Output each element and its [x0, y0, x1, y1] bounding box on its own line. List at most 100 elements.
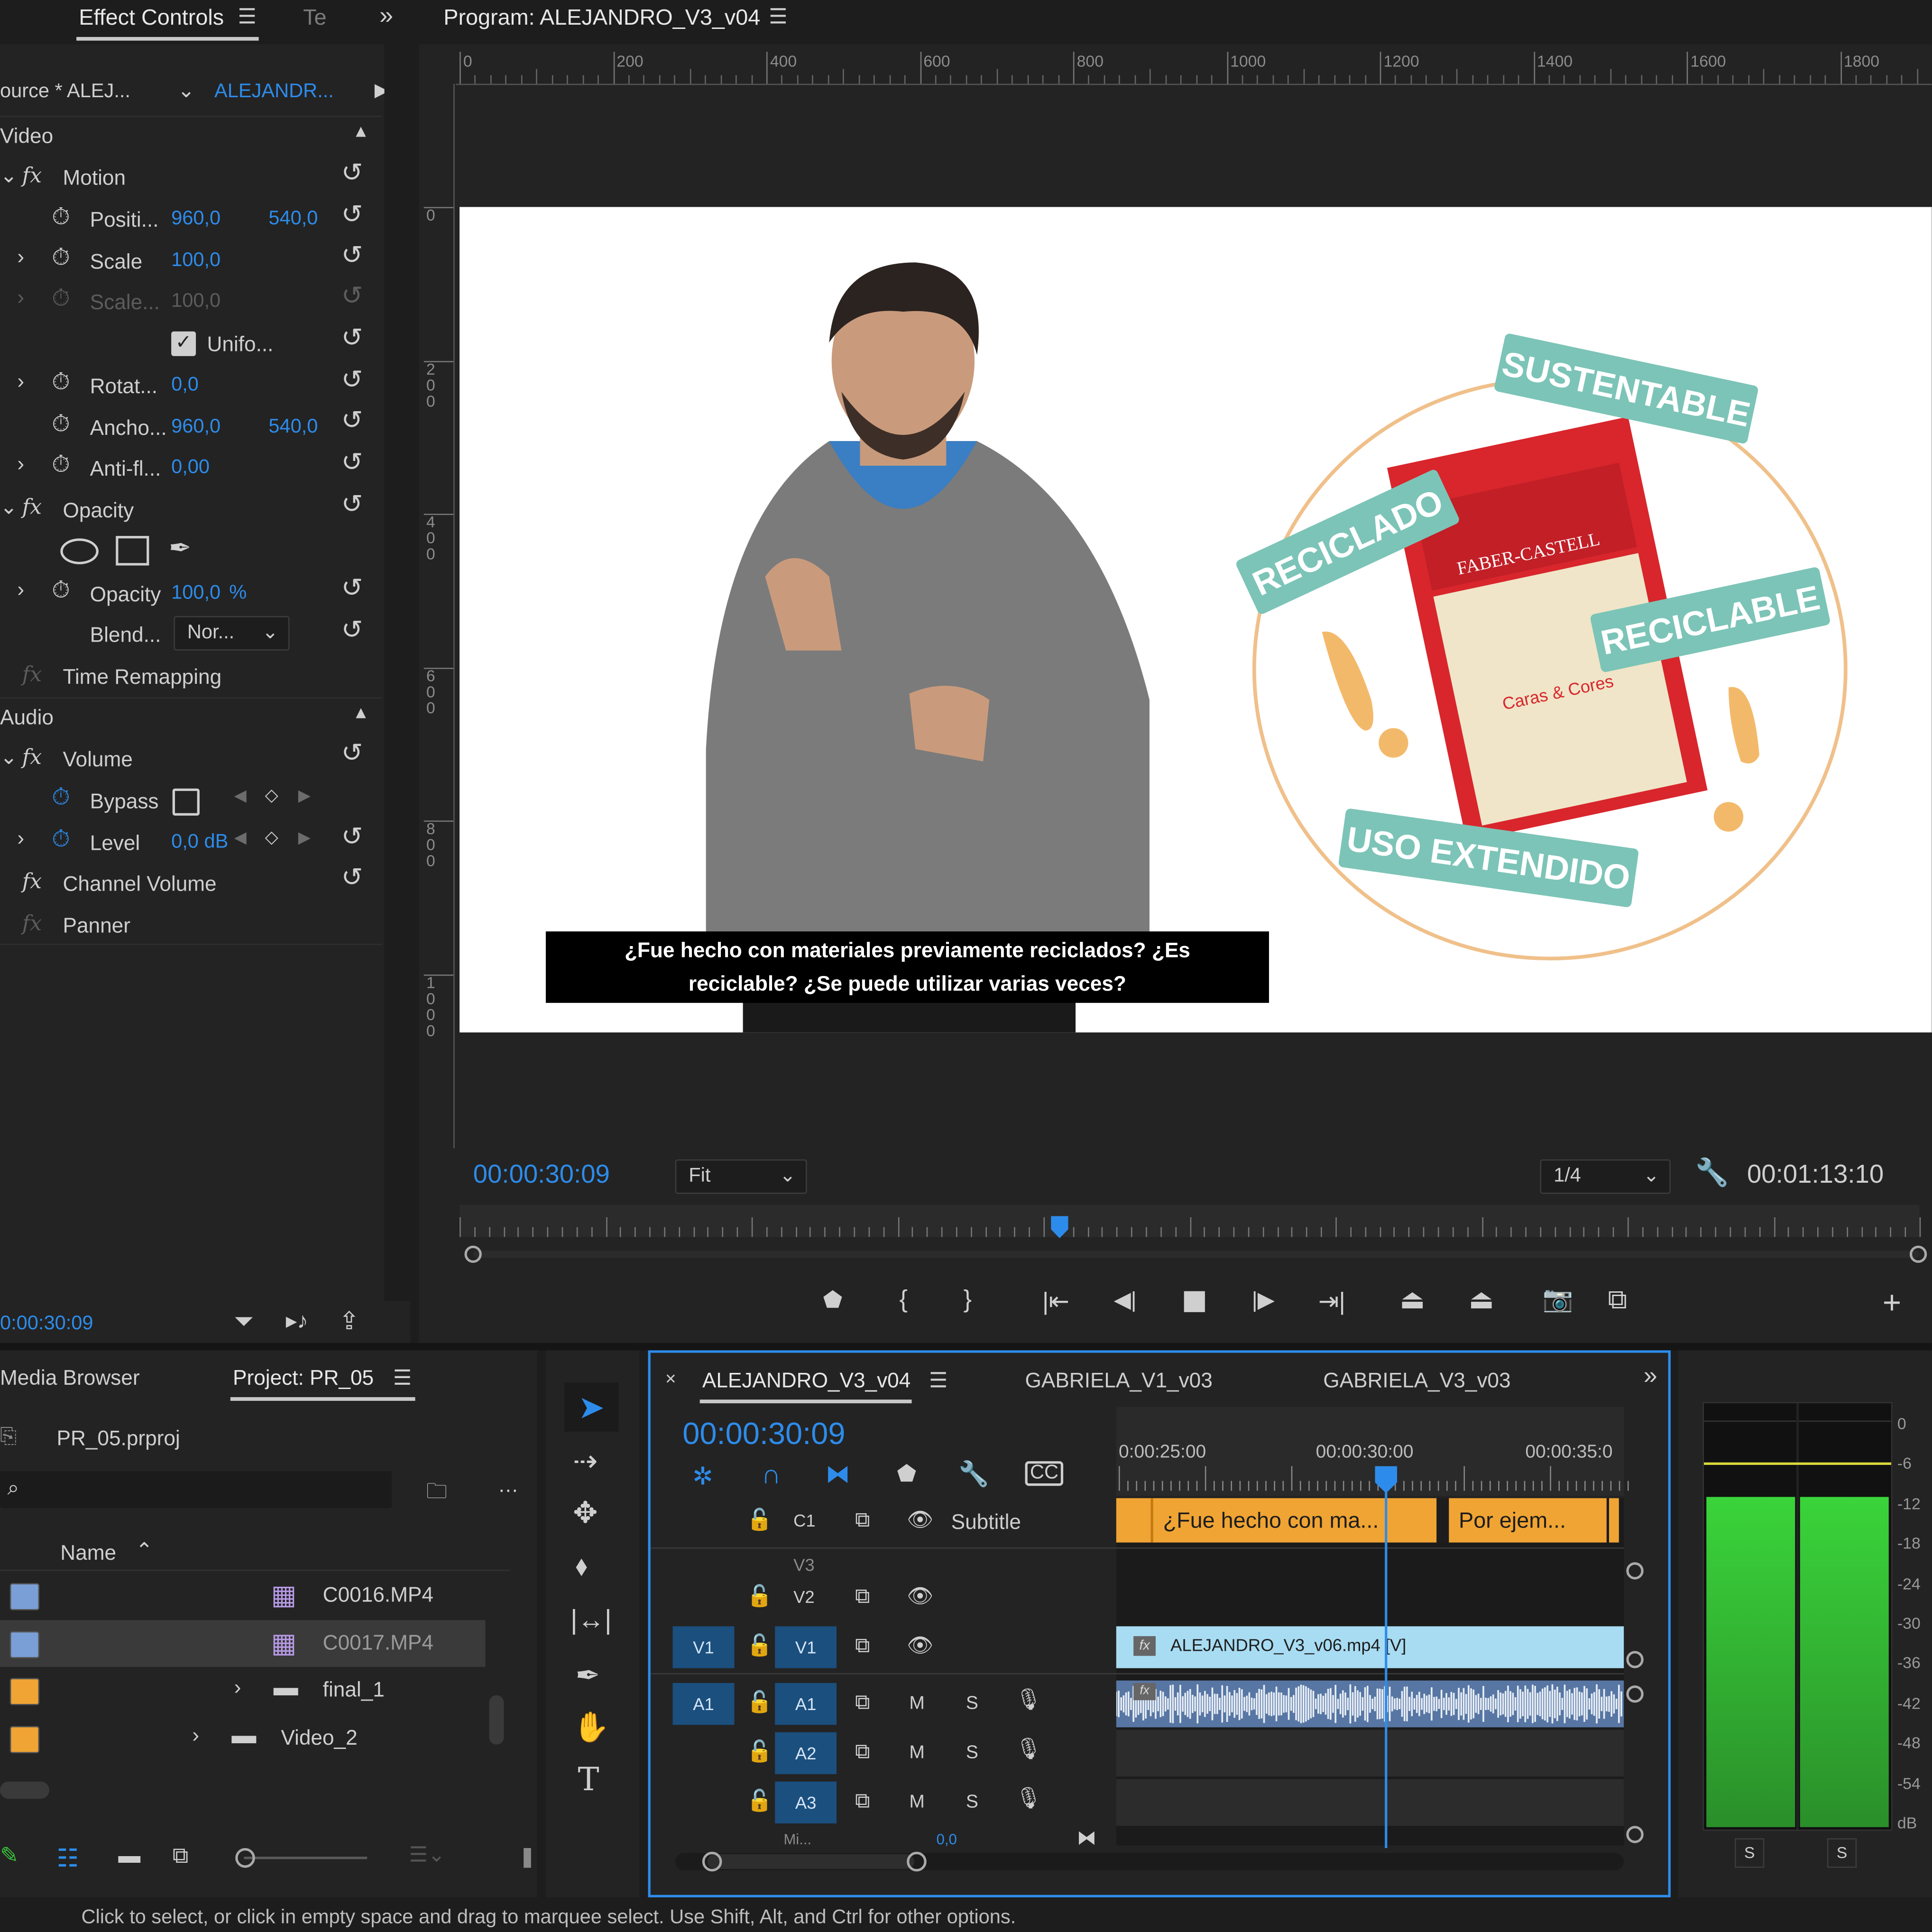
pen-mask-icon[interactable]: ✒ — [169, 532, 192, 564]
track-target-v1[interactable]: V1 — [775, 1626, 837, 1668]
list-item[interactable]: › ▬ Video_2 — [0, 1714, 486, 1761]
zoom-handle-right[interactable] — [1909, 1245, 1927, 1263]
label-color-swatch[interactable] — [9, 1678, 40, 1705]
bypass-checkbox[interactable] — [172, 788, 200, 816]
list-item[interactable]: ▦ C0016.MP4 — [0, 1572, 486, 1619]
lift-icon[interactable]: ⏏ — [1399, 1284, 1425, 1316]
reset-icon[interactable]: ↺ — [341, 489, 363, 520]
add-marker-icon[interactable]: ⬟ — [897, 1461, 916, 1487]
filter-icon[interactable]: ⏷ — [234, 1308, 254, 1337]
track-target-a3[interactable]: A3 — [775, 1781, 837, 1824]
zoom-fit-dropdown[interactable]: Fit ⌄ — [675, 1159, 807, 1194]
timeline-vscroll-mid[interactable] — [1626, 1651, 1644, 1668]
track-select-tool-icon[interactable]: ⇢ — [573, 1444, 598, 1480]
eye-icon[interactable]: 👁 — [907, 1634, 933, 1658]
more-options-icon[interactable]: … — [498, 1473, 519, 1498]
lock-icon[interactable]: 🔓 — [746, 1584, 773, 1609]
camera-icon[interactable]: 📷 — [1543, 1284, 1573, 1315]
video-frame[interactable]: SUSTENTABLE RECICLADO RECICLABLE USO EXT… — [460, 207, 1932, 1033]
reset-icon[interactable]: ↺ — [341, 240, 363, 271]
razor-tool-icon[interactable]: ⬧ — [575, 1550, 588, 1582]
sequence-timecode[interactable]: 00:00:30:09 — [682, 1417, 845, 1453]
solo-button[interactable]: S — [966, 1742, 978, 1763]
antiflicker-value[interactable]: 0,00 — [171, 457, 210, 479]
tab-sequence-alejandro[interactable]: ALEJANDRO_V3_v04 — [702, 1369, 911, 1393]
timeline-vscroll-bottom[interactable] — [1626, 1826, 1644, 1843]
solo-left-button[interactable]: S — [1734, 1838, 1765, 1868]
zoom-handle-left[interactable] — [702, 1851, 722, 1872]
list-item[interactable]: › ▬ final_1 — [0, 1667, 486, 1714]
lock-icon[interactable]: 🔓 — [746, 1690, 773, 1715]
zoom-handle-left[interactable] — [464, 1245, 482, 1263]
anchor-y-value[interactable]: 540,0 — [268, 416, 318, 439]
lock-icon[interactable]: 🔓 — [746, 1789, 773, 1813]
expand-icon[interactable]: ⌄ — [0, 745, 18, 770]
eye-icon[interactable]: 👁 — [907, 1508, 933, 1533]
solo-right-button[interactable]: S — [1827, 1838, 1857, 1868]
reset-icon[interactable]: ↺ — [341, 365, 363, 396]
opacity-value[interactable]: 100,0 — [171, 583, 221, 605]
mute-button[interactable]: M — [909, 1791, 924, 1812]
compare-view-icon[interactable]: ⧉ — [1608, 1284, 1627, 1316]
stop-icon[interactable] — [1184, 1291, 1205, 1312]
stopwatch-icon[interactable]: ⏱ — [52, 578, 70, 605]
panel-menu-icon[interactable]: ☰ — [929, 1369, 948, 1393]
stopwatch-icon[interactable]: ⏱ — [52, 785, 70, 812]
eye-icon[interactable]: 👁 — [907, 1584, 933, 1609]
new-search-bin-icon[interactable]: 🗀 — [426, 1476, 447, 1511]
wrench-icon[interactable]: 🔧 — [1695, 1157, 1729, 1189]
caption-clip[interactable]: Por ejem... — [1449, 1498, 1607, 1543]
stopwatch-icon[interactable]: ⏱ — [52, 412, 70, 439]
zoom-handle-right[interactable] — [907, 1851, 927, 1872]
stopwatch-icon[interactable]: ⏱ — [52, 369, 70, 396]
fx-icon[interactable]: fx — [22, 870, 42, 894]
collapse-up-icon[interactable]: ▲ — [352, 702, 369, 722]
panel-overflow-icon[interactable]: » — [1644, 1362, 1657, 1391]
program-monitor-title[interactable]: Program: ALEJANDRO_V3_v04 — [443, 5, 760, 31]
rectangle-mask-icon[interactable] — [116, 536, 149, 566]
caption-clip[interactable]: ¿Fue hecho con ma... — [1116, 1498, 1437, 1543]
sync-lock-icon[interactable]: ⧉ — [855, 1690, 870, 1715]
expand-icon[interactable]: › — [17, 245, 24, 270]
reset-icon[interactable]: ↺ — [341, 158, 363, 189]
label-color-swatch[interactable] — [9, 1630, 40, 1658]
timeline-zoom-bar[interactable] — [707, 1854, 914, 1869]
expand-icon[interactable]: › — [17, 452, 24, 477]
mute-button[interactable]: M — [909, 1693, 924, 1714]
timeline-vscroll-a[interactable] — [1626, 1685, 1644, 1703]
ripple-edit-tool-icon[interactable]: ✥ — [573, 1496, 598, 1531]
microphone-icon[interactable]: 🎙 — [1015, 1786, 1042, 1811]
add-button-icon[interactable]: + — [1883, 1284, 1901, 1322]
position-x-value[interactable]: 960,0 — [171, 208, 221, 230]
name-column-header[interactable]: Name — [60, 1541, 116, 1566]
effect-controls-timecode[interactable]: 0:00:30:09 — [0, 1313, 93, 1335]
timeline-vscroll-top[interactable] — [1626, 1562, 1644, 1580]
sync-lock-icon[interactable]: ⧉ — [855, 1584, 870, 1609]
monitor-time-ruler[interactable] — [460, 1205, 1921, 1237]
track-target-a2[interactable]: A2 — [775, 1732, 837, 1775]
close-tab-icon[interactable]: × — [665, 1369, 676, 1389]
panel-menu-icon[interactable]: ☰ — [393, 1366, 412, 1391]
mark-in-icon[interactable]: { — [900, 1286, 908, 1315]
linked-selection-icon[interactable]: ⧓ — [826, 1459, 850, 1490]
list-item[interactable]: ▦ C0017.MP4 — [0, 1619, 486, 1666]
source-patch-a1[interactable]: A1 — [672, 1683, 735, 1725]
stopwatch-icon[interactable]: ⏱ — [52, 452, 70, 479]
expand-icon[interactable]: › — [17, 369, 24, 394]
captions-icon[interactable]: CC — [1025, 1461, 1064, 1486]
chevron-down-icon[interactable]: ⌄ — [177, 79, 195, 103]
add-keyframe-icon[interactable]: ◇ — [265, 785, 278, 806]
mute-button[interactable]: M — [909, 1742, 924, 1763]
project-scrollbar[interactable] — [489, 1695, 504, 1745]
sync-lock-icon[interactable]: ⧉ — [855, 1508, 870, 1533]
add-marker-icon[interactable]: ⬟ — [823, 1288, 842, 1314]
mark-out-icon[interactable]: } — [964, 1286, 972, 1315]
expand-icon[interactable]: ⌄ — [0, 495, 18, 520]
hand-tool-icon[interactable]: ✋ — [573, 1710, 610, 1746]
step-forward-icon[interactable]: |▶ — [1252, 1288, 1275, 1314]
collapse-up-icon[interactable]: ▲ — [352, 121, 369, 141]
reset-icon[interactable]: ↺ — [341, 615, 363, 645]
reset-icon[interactable]: ↺ — [341, 822, 363, 853]
label-color-swatch[interactable] — [9, 1583, 40, 1610]
level-value[interactable]: 0,0 dB — [171, 832, 228, 854]
